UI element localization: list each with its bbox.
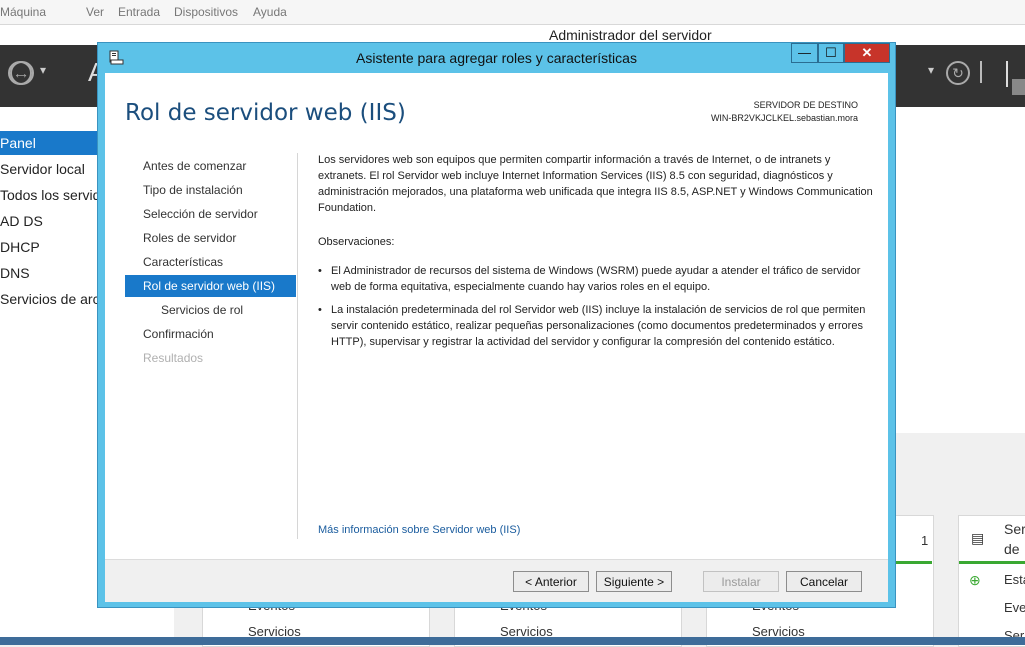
step-caracteristicas[interactable]: Características — [125, 251, 296, 273]
wizard-client-area: Rol de servidor web (IIS) SERVIDOR DE DE… — [105, 73, 888, 602]
more-info-link[interactable]: Más información sobre Servidor web (IIS) — [318, 524, 520, 536]
server-icon: ▤ — [971, 530, 985, 546]
step-seleccion-servidor[interactable]: Selección de servidor — [125, 203, 296, 225]
tile-row-estado: Esta — [1004, 572, 1025, 587]
forward-nav-icon[interactable]: → — [10, 61, 34, 85]
bullet-icon: • — [318, 304, 322, 316]
bullet-icon: • — [318, 265, 322, 277]
vm-menu-bar: Máquina Ver Entrada Dispositivos Ayuda — [0, 0, 1025, 25]
wizard-titlebar[interactable]: Asistente para agregar roles y caracterí… — [98, 43, 895, 73]
sidebar-item-todos-servidores[interactable]: Todos los servid — [0, 183, 98, 207]
notifications-flag-icon[interactable] — [1006, 61, 1008, 87]
step-roles-servidor[interactable]: Roles de servidor — [125, 227, 296, 249]
destination-server-value: WIN-BR2VKJCLKEL.sebastian.mora — [710, 113, 858, 123]
sidebar-item-servicios-archivos[interactable]: Servicios de arch — [0, 287, 98, 311]
status-up-icon: ⊕ — [969, 572, 981, 588]
destination-server-label: SERVIDOR DE DESTINO — [753, 100, 858, 110]
vm-menu-dispositivos[interactable]: Dispositivos — [174, 5, 238, 19]
server-manager-title: Administrador del servidor — [549, 27, 712, 43]
role-description: Los servidores web son equipos que permi… — [318, 152, 878, 216]
step-confirmacion[interactable]: Confirmación — [125, 323, 296, 345]
dashboard-tile-servidores[interactable]: ▤ Ser de ⊕ Esta Eve Ser — [958, 515, 1025, 647]
tile-title-line2: de — [1004, 541, 1020, 557]
observation-bullet: • La instalación predeterminada del rol … — [318, 302, 878, 368]
wizard-footer: < Anterior Siguiente > Instalar Cancelar — [105, 559, 888, 602]
tile-count: 1 — [921, 533, 929, 548]
next-button[interactable]: Siguiente > — [596, 571, 672, 592]
maximize-icon[interactable]: ☐ — [818, 43, 844, 63]
close-icon[interactable]: ✕ — [844, 43, 890, 63]
install-button: Instalar — [703, 571, 779, 592]
refresh-icon[interactable]: ↻ — [946, 61, 970, 85]
step-rol-servidor-web[interactable]: Rol de servidor web (IIS) — [125, 275, 296, 297]
back-button[interactable]: < Anterior — [513, 571, 589, 592]
observation-bullet: • El Administrador de recursos del siste… — [318, 263, 878, 297]
nav-dropdown-icon[interactable]: ▾ — [40, 63, 46, 77]
sidebar-item-dns[interactable]: DNS — [0, 261, 98, 285]
page-title: Rol de servidor web (IIS) — [125, 100, 406, 126]
sidebar-item-panel[interactable]: Panel — [0, 131, 98, 155]
vm-menu-entrada[interactable]: Entrada — [118, 5, 160, 19]
observations-label: Observaciones: — [318, 236, 395, 248]
tile-title-line1: Ser — [1004, 521, 1025, 537]
tile-status-bar — [959, 561, 1025, 564]
observation-text: La instalación predeterminada del rol Se… — [331, 304, 866, 348]
step-servicios-de-rol[interactable]: Servicios de rol — [125, 299, 296, 321]
vm-menu-ayuda[interactable]: Ayuda — [253, 5, 287, 19]
taskbar — [0, 637, 1025, 645]
header-dropdown-icon[interactable]: ▾ — [928, 63, 934, 77]
sidebar-item-servidor-local[interactable]: Servidor local — [0, 157, 98, 181]
intro-paragraph: Los servidores web son equipos que permi… — [318, 154, 873, 214]
header-separator — [980, 61, 982, 83]
sidebar-item-ad-ds[interactable]: AD DS — [0, 209, 98, 233]
sidebar-item-dhcp[interactable]: DHCP — [0, 235, 98, 259]
cancel-button[interactable]: Cancelar — [786, 571, 862, 592]
wizard-title: Asistente para agregar roles y caracterí… — [356, 50, 637, 66]
tile-row-eventos: Eve — [1004, 600, 1025, 615]
observation-text: El Administrador de recursos del sistema… — [331, 265, 861, 293]
minimize-icon[interactable]: — — [791, 43, 818, 63]
step-tipo-instalacion[interactable]: Tipo de instalación — [125, 179, 296, 201]
step-antes-de-comenzar[interactable]: Antes de comenzar — [125, 155, 296, 177]
vm-menu-ver[interactable]: Ver — [86, 5, 104, 19]
add-roles-wizard-window: Asistente para agregar roles y caracterí… — [97, 42, 896, 608]
notifications-badge — [1012, 79, 1025, 95]
step-resultados: Resultados — [143, 351, 204, 365]
steps-divider — [297, 153, 298, 539]
server-manager-sidebar: Panel Servidor local Todos los servid AD… — [0, 107, 98, 645]
vm-menu-maquina[interactable]: Máquina — [0, 5, 46, 19]
